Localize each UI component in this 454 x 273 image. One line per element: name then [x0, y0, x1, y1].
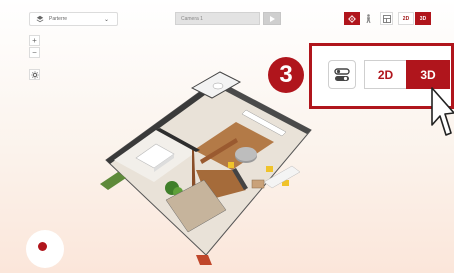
floorplan-3d-view[interactable] — [96, 70, 316, 270]
step-badge: 3 — [268, 57, 304, 93]
compass-button[interactable] — [344, 12, 360, 25]
view-3d-button[interactable]: 3D — [415, 12, 431, 25]
cursor-icon — [431, 87, 454, 136]
zoom-controls: + − — [29, 35, 40, 59]
chevron-down-icon: ⌄ — [103, 16, 109, 23]
layers-icon — [35, 14, 45, 24]
zoom-out-button[interactable]: − — [29, 47, 40, 58]
person-icon — [366, 14, 371, 23]
camera-select[interactable]: Camera 1 — [175, 12, 260, 25]
compass-widget[interactable] — [26, 230, 64, 268]
toggle-button[interactable] — [328, 60, 356, 89]
zoom-in-button[interactable]: + — [29, 35, 40, 46]
compass-icon — [348, 14, 356, 23]
toggle-icon — [334, 67, 350, 81]
top-toolbar: Parterre ⌄ Camera 1 2D 3D — [0, 0, 454, 32]
floor-select[interactable]: Parterre ⌄ — [29, 12, 118, 26]
floor-select-label: Parterre — [49, 16, 68, 22]
callout-2d-button[interactable]: 2D — [364, 60, 406, 89]
layout-button[interactable] — [380, 12, 393, 25]
layout-icon — [382, 14, 391, 23]
view-2d-button[interactable]: 2D — [398, 12, 414, 25]
play-icon — [270, 15, 275, 22]
gear-icon — [30, 70, 39, 79]
person-button[interactable] — [362, 12, 375, 25]
camera-select-label: Camera 1 — [181, 15, 203, 22]
play-button[interactable] — [263, 12, 281, 25]
compass-dot — [38, 242, 47, 251]
settings-button[interactable] — [29, 69, 40, 80]
